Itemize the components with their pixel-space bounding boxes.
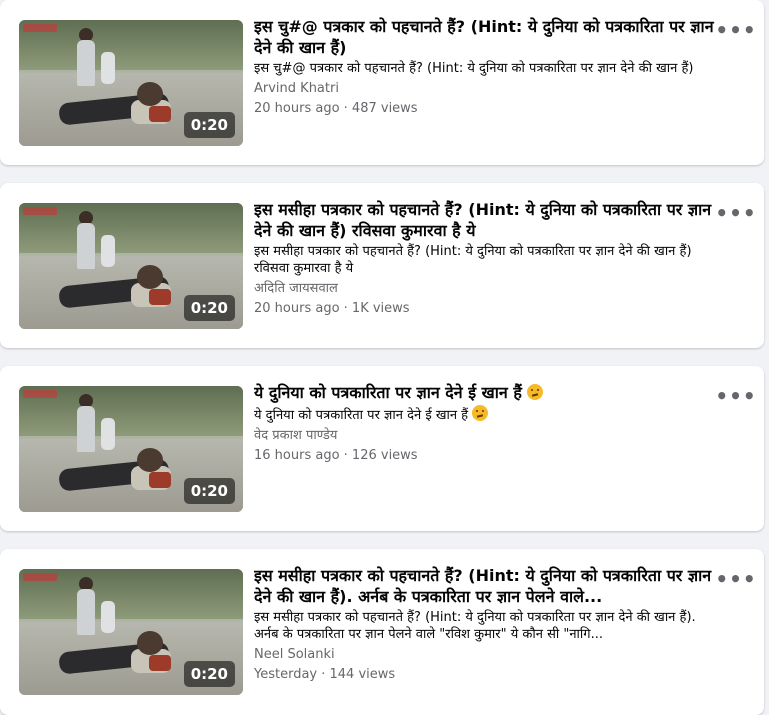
more-options-button[interactable]: •••	[715, 18, 755, 42]
video-description: इस मसीहा पत्रकार को पहचानते हैं? (Hint: …	[254, 610, 696, 642]
more-options-button[interactable]: •••	[715, 384, 755, 408]
video-info: इस मसीहा पत्रकार को पहचानते हैं? (Hint: …	[254, 199, 716, 317]
video-info: इस चु#@ पत्रकार को पहचानते हैं? (Hint: य…	[254, 16, 716, 117]
video-thumbnail[interactable]: 0:20	[19, 203, 243, 329]
video-description: इस चु#@ पत्रकार को पहचानते हैं? (Hint: य…	[254, 61, 694, 76]
video-card: 0:20 इस चु#@ पत्रकार को पहचानते हैं? (Hi…	[0, 0, 764, 165]
video-card: 0:20 ये दुनिया को पत्रकारिता पर ज्ञान दे…	[0, 366, 764, 531]
worried-face-emoji-icon	[472, 405, 489, 421]
more-horizontal-icon: •••	[715, 201, 757, 225]
video-thumbnail[interactable]: 0:20	[19, 386, 243, 512]
video-author[interactable]: अदिति जायसवाल	[254, 280, 716, 297]
video-description: इस मसीहा पत्रकार को पहचानते हैं? (Hint: …	[254, 244, 692, 276]
video-card: 0:20 इस मसीहा पत्रकार को पहचानते हैं? (H…	[0, 183, 764, 348]
video-duration: 0:20	[183, 478, 235, 504]
video-author[interactable]: Neel Solanki	[254, 646, 716, 663]
more-options-button[interactable]: •••	[715, 201, 755, 225]
video-meta: Yesterday · 144 views	[254, 667, 396, 682]
video-title[interactable]: इस मसीहा पत्रकार को पहचानते हैं? (Hint: …	[254, 199, 716, 241]
more-horizontal-icon: •••	[715, 384, 757, 408]
video-duration: 0:20	[183, 112, 235, 138]
video-card: 0:20 इस मसीहा पत्रकार को पहचानते हैं? (H…	[0, 549, 764, 715]
video-author[interactable]: Arvind Khatri	[254, 80, 716, 97]
video-meta: 16 hours ago · 126 views	[254, 448, 418, 463]
video-title[interactable]: ये दुनिया को पत्रकारिता पर ज्ञान देने ई …	[254, 382, 716, 403]
video-meta: 20 hours ago · 1K views	[254, 301, 410, 316]
worried-face-emoji-icon	[527, 384, 544, 400]
video-description: ये दुनिया को पत्रकारिता पर ज्ञान देने ई …	[254, 405, 716, 424]
video-title[interactable]: इस मसीहा पत्रकार को पहचानते हैं? (Hint: …	[254, 565, 716, 607]
video-duration: 0:20	[183, 295, 235, 321]
more-horizontal-icon: •••	[715, 567, 757, 591]
video-thumbnail[interactable]: 0:20	[19, 20, 243, 146]
video-duration: 0:20	[183, 661, 235, 687]
video-author[interactable]: वेद प्रकाश पाण्डेय	[254, 427, 716, 444]
video-info: ये दुनिया को पत्रकारिता पर ज्ञान देने ई …	[254, 382, 716, 464]
video-thumbnail[interactable]: 0:20	[19, 569, 243, 695]
more-horizontal-icon: •••	[715, 18, 757, 42]
more-options-button[interactable]: •••	[715, 567, 755, 591]
video-info: इस मसीहा पत्रकार को पहचानते हैं? (Hint: …	[254, 565, 716, 683]
video-meta: 20 hours ago · 487 views	[254, 101, 418, 116]
video-title[interactable]: इस चु#@ पत्रकार को पहचानते हैं? (Hint: य…	[254, 16, 716, 58]
